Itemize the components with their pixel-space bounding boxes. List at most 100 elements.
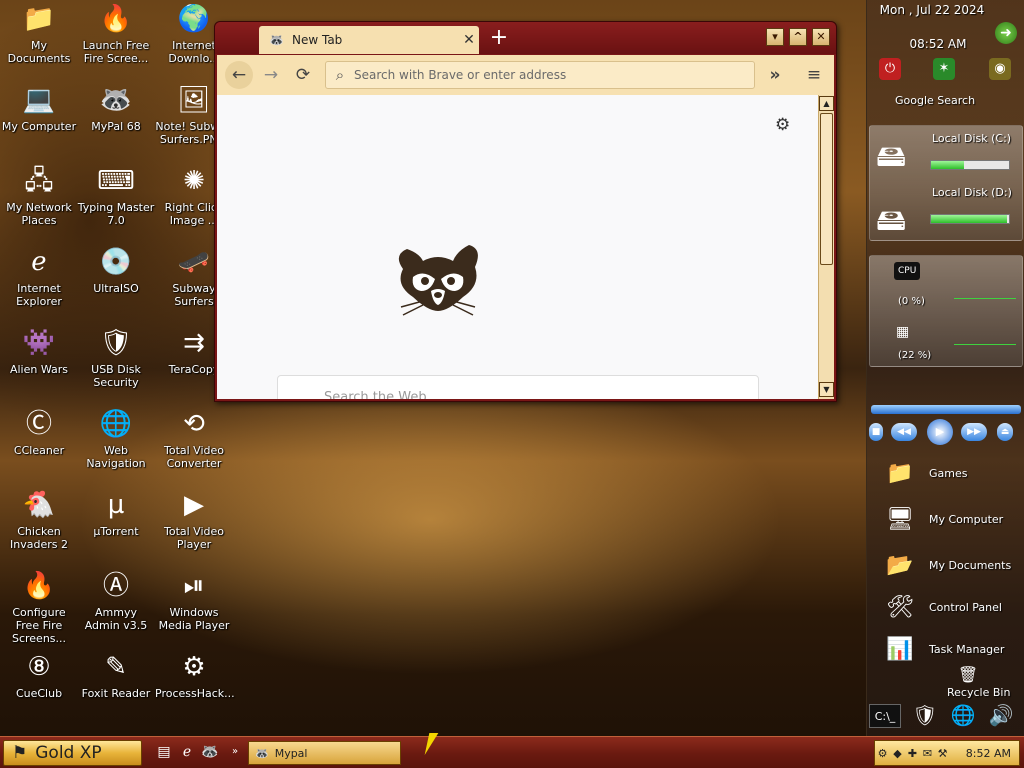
windows-disk-icon: 🖴 [876,139,907,174]
tray-security-icon[interactable]: ✚ [905,747,920,760]
desktop-icon[interactable]: ⟲ Total Video Converter [155,407,233,470]
billiard-ball-icon: ⑧ [27,652,51,682]
typing-master-icon: ⌨ [97,166,135,196]
security-shield-icon[interactable]: 🛡 [909,700,941,730]
sidebar-item-control-panel[interactable]: 🛠 Control Panel [877,591,1023,631]
forward-button[interactable]: → [257,61,285,89]
fire-screensaver-icon: 🔥 [99,4,133,34]
sidebar-item-my-computer[interactable]: 🖥 My Computer [877,503,1023,543]
tray-clock: 8:52 AM [965,746,1011,760]
maximize-button[interactable]: ^ [789,28,807,46]
desktop-icon[interactable]: 🌐 Web Navigation [77,407,155,470]
desktop-icon[interactable]: ⑧ CueClub [0,650,78,700]
video-converter-icon: ⟲ [183,409,205,439]
play-icon[interactable]: ▶ [927,419,953,445]
tab-strip: 🦝 New Tab ✕ + ▾ ^ ✕ [215,22,836,54]
speaker-icon[interactable]: 🔊 [985,700,1017,730]
desktop-icon[interactable]: 💿 UltraISO [77,245,155,295]
cpu-graph-line [954,298,1016,299]
network-icon[interactable]: ✶ [933,58,955,80]
new-tab-button[interactable]: + [485,25,513,51]
network-globe-icon[interactable]: 🌐 [947,700,979,730]
tray-network-icon[interactable]: ⚙ [875,747,890,760]
ammyy-icon: Ⓐ [102,571,129,601]
taskbar: ⚑ Gold XP ▤ ℯ 🦝 » 🦝 Mypal ⚙ ◆ ✚ ✉ ⚒ 8:52… [0,736,1024,768]
desktop-icon[interactable]: 🦝 MyPal 68 [77,83,155,133]
stop-icon[interactable]: ■ [869,423,883,441]
disk-c-usage-bar [930,160,1010,170]
tray-mail-icon[interactable]: ✉ [920,747,935,760]
start-label: Gold XP [35,743,102,763]
desktop-icon[interactable]: ℯ Internet Explorer [0,245,78,308]
eject-icon[interactable]: ⏏ [997,423,1013,441]
drive-icon: 🖴 [876,203,907,238]
tab-new-tab[interactable]: 🦝 New Tab ✕ [259,26,479,54]
sidebar-item-games[interactable]: 📁 Games [877,457,1023,497]
minimize-button[interactable]: ▾ [766,28,784,46]
start-button[interactable]: ⚑ Gold XP [3,740,142,766]
tray-shield-icon[interactable]: ◆ [890,747,905,760]
desktop-icon-label: Typing Master 7.0 [77,201,155,227]
desktop-icon[interactable]: ⌨ Typing Master 7.0 [77,164,155,227]
media-progress-bar[interactable] [871,405,1021,414]
desktop-icon[interactable]: ▶ Total Video Player [155,488,233,551]
media-player-gadget: ■ ◀◀ ▶ ▶▶ ⏏ [869,405,1023,445]
address-input[interactable] [354,68,754,82]
desktop-icon[interactable]: ⚙ ProcessHack... [155,650,235,700]
ccleaner-icon: Ⓒ [25,409,52,439]
overflow-chevron-icon[interactable]: » [761,61,789,89]
desktop-icon[interactable]: 👾 Alien Wars [0,326,78,376]
computer-icon: 💻 [22,85,56,115]
sidebar-item-recycle-bin[interactable]: 🗑 Recycle Bin [939,660,1023,700]
desktop-icon[interactable]: 🔥 Configure Free Fire Screens... [0,569,78,645]
cpu-percent: (0 %) [898,296,925,307]
desktop-icon-label: µTorrent [93,525,139,538]
desktop-icon[interactable]: Ⓐ Ammyy Admin v3.5 [77,569,155,632]
next-icon[interactable]: ▶▶ [961,423,987,441]
google-search[interactable]: Google Search [895,94,975,107]
tray-tool-icon[interactable]: ⚒ [935,747,950,760]
network-places-icon: 🖧 [24,166,54,196]
scroll-up-arrow-icon[interactable]: ▲ [819,96,834,111]
menu-hamburger-icon[interactable]: ≡ [800,61,828,89]
ram-percent: (22 %) [898,350,932,361]
taskbar-button-mypal[interactable]: 🦝 Mypal [248,741,401,765]
mypal-icon[interactable]: 🦝 [201,743,219,761]
back-button[interactable]: ← [225,61,253,89]
play-icon: ▶ [184,490,204,520]
desktop-icon[interactable]: Ⓒ CCleaner [0,407,78,457]
gear-icon[interactable]: ⚙ [775,115,790,135]
command-prompt-icon[interactable]: C:\_ [869,704,901,728]
desktop-icon[interactable]: 🛡 USB Disk Security [77,326,155,389]
desktop-icon[interactable]: 🖧 My Network Places [0,164,78,227]
desktop-icon[interactable]: 🔥 Launch Free Fire Scree... [77,2,155,65]
internet-explorer-icon[interactable]: ℯ [178,743,196,761]
desktop-icon[interactable]: ✎ Foxit Reader [77,650,155,700]
desktop-icon[interactable]: 💻 My Computer [0,83,78,133]
sidebar-item-my-documents[interactable]: 📂 My Documents [877,549,1023,589]
desktop-icon[interactable]: µ µTorrent [77,488,155,538]
settings-icon[interactable]: ◉ [989,58,1011,80]
system-tray: ⚙ ◆ ✚ ✉ ⚒ 8:52 AM [874,740,1020,766]
disk-c-label: Local Disk (C:) [932,132,1012,145]
desktop-icon[interactable]: 🐔 Chicken Invaders 2 [0,488,78,551]
show-desktop-icon[interactable]: ▤ [155,743,173,761]
scroll-thumb[interactable] [820,113,833,265]
desktop-icon[interactable]: ⏯ Windows Media Player [155,569,233,632]
quicklaunch-chevron-icon[interactable]: » [226,743,244,761]
web-search-box[interactable]: Search the Web [277,375,759,399]
address-bar[interactable]: ⌕ [325,61,755,89]
previous-icon[interactable]: ◀◀ [891,423,917,441]
tab-close-icon[interactable]: ✕ [459,32,479,48]
vertical-scrollbar[interactable]: ▲ ▼ [818,95,834,399]
desktop-icon-label: CueClub [15,687,63,700]
power-icon[interactable]: ⏻ [879,58,901,80]
teracopy-icon: ⇉ [183,328,205,358]
sidebar-gadgets: Mon , Jul 22 2024 ➜ 08:52 AM ⏻ ✶ ◉ Googl… [866,0,1024,736]
desktop-icon-label: MyPal 68 [91,120,141,133]
desktop-icon-label: ProcessHack... [155,687,235,700]
reload-button[interactable]: ⟳ [289,61,317,89]
close-button[interactable]: ✕ [812,28,830,46]
scroll-down-arrow-icon[interactable]: ▼ [819,382,834,397]
desktop-icon[interactable]: 📁 My Documents [0,2,78,65]
